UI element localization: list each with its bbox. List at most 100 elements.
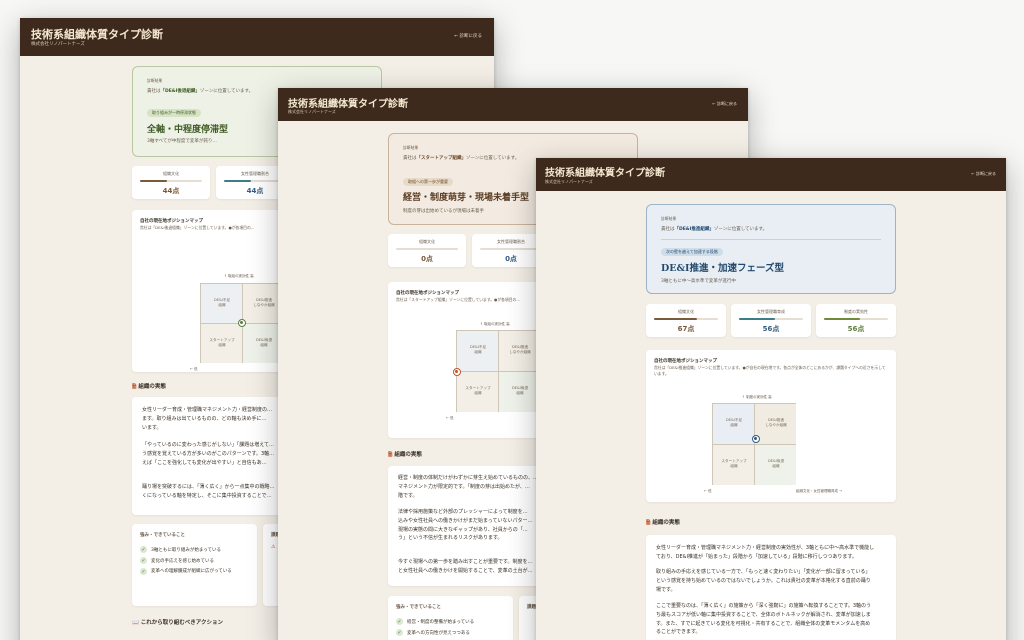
back-link[interactable]: ← 診断に戻る bbox=[712, 101, 737, 107]
check-icon: ✓ bbox=[140, 557, 147, 564]
strength-item: ✓ 変化の手応えを感じ始めている bbox=[140, 557, 214, 564]
strengths-title: 強み・できていること bbox=[396, 605, 441, 610]
quadrant-label: スタートアップ 組織 bbox=[721, 459, 747, 468]
map-axis-top: ↑ 制度の実効性 高 bbox=[742, 395, 772, 399]
hero-divider bbox=[661, 239, 881, 240]
back-link[interactable]: ← 診断に戻る bbox=[454, 33, 482, 39]
kpi-label: 女性管理職育成 bbox=[757, 309, 785, 314]
section-title: 🗎 組織の実態 bbox=[646, 520, 680, 526]
kpi-bar-fill bbox=[224, 180, 252, 182]
kpi-bar bbox=[224, 180, 286, 182]
type-desc: 3軸ともに中〜高水準で変革が進行中 bbox=[661, 279, 736, 284]
strengths-card: 強み・できていること ✓ 経営・制度の整備が始まっている ✓ 変革への方向性が見えつ… bbox=[388, 596, 513, 640]
map-axis-top: ↑ 取組の実効性 高 bbox=[224, 274, 254, 278]
reality-paragraph: 「やっているのに変わった感じがしない」「課題は増えて… う感覚を覚えている方が多… bbox=[142, 442, 275, 466]
zone-name: 「スタートアップ組織」 bbox=[416, 156, 467, 161]
result-label: 診断結果 bbox=[147, 78, 163, 83]
strengths-list: ✓ 3軸ともに取り組みが始まっている ✓ 変化の手応えを感じ始めている ✓ 変革への理… bbox=[140, 542, 252, 579]
company-name: 株式会社リノパートナーズ bbox=[31, 42, 85, 47]
check-icon: ✓ bbox=[140, 546, 147, 553]
map-axis-top: ↑ 取組の実効性 高 bbox=[480, 322, 510, 326]
quadrant-label: DE&I後退 組織 bbox=[767, 459, 785, 468]
warning-icon: ⚠ bbox=[271, 544, 276, 550]
position-map-grid: DE&I不足 組織 DE&I推進 しなやか組織 スタートアップ 組織 DE&I後… bbox=[453, 330, 540, 412]
type-desc: 3軸すべてが中程度で変革が鈍り… bbox=[147, 139, 217, 144]
map-axis-left: ← 低 bbox=[190, 367, 198, 371]
map-title: 自社の現在地ポジションマップ bbox=[140, 219, 203, 224]
map-description: 貴社は「DE&I推進組織」ゾーンに位置しています。●が自社の現在地です。各点が全… bbox=[654, 365, 886, 376]
quadrant-label: スタートアップ 組織 bbox=[465, 386, 491, 395]
strengths-title: 強み・できていること bbox=[140, 533, 185, 538]
result-hero: 診断結果 貴社は「DE&I推進組織」ゾーンに位置しています。 次の壁を越えて加速… bbox=[646, 204, 896, 294]
quadrant-label: DE&I後退 組織 bbox=[511, 386, 529, 395]
reality-paragraph: 取り組みの手応えを感じている一方で、「もっと速く変わりたい」「変化が一部に留まっ… bbox=[656, 569, 871, 593]
position-marker bbox=[238, 319, 246, 327]
map-axis-left: ← 低 bbox=[704, 489, 712, 493]
check-icon: ✓ bbox=[140, 568, 147, 575]
kpi-bar bbox=[396, 248, 458, 250]
kpi-bar-fill bbox=[739, 318, 775, 320]
type-tag: 次の壁を越えて加速する段階 bbox=[661, 248, 723, 256]
kpi-card-system: 制度の実効性 56点 bbox=[816, 304, 896, 337]
company-name: 株式会社リノパートナーズ bbox=[545, 179, 593, 184]
strength-item: ✓ 変革への方向性が見えつつある bbox=[396, 629, 470, 636]
section-title: 🗎 組織の実態 bbox=[388, 452, 422, 458]
zone-line: 貴社は「DE&I後退組織」ゾーンに位置しています。 bbox=[147, 89, 254, 94]
kpi-label: 組織文化 bbox=[163, 171, 179, 176]
kpi-value: 44点 bbox=[162, 187, 180, 195]
report-window-3: 技術系組織体質タイプ診断 株式会社リノパートナーズ ← 診断に戻る 診断結果 貴… bbox=[536, 158, 1006, 640]
strength-item: ✓ 3軸ともに取り組みが始まっている bbox=[140, 546, 221, 553]
kpi-value: 67点 bbox=[677, 325, 695, 333]
reality-paragraph: ここで重要なのは、「薄く広く」の施策から「深く強靭に」の施策へ転換することです。… bbox=[656, 603, 872, 636]
kpi-value: 56点 bbox=[847, 325, 865, 333]
quadrant-label: DE&I推進 しなやか組織 bbox=[765, 418, 787, 427]
type-tag: 取り組みが一時停滞状態 bbox=[147, 109, 201, 117]
kpi-bar bbox=[140, 180, 202, 182]
map-axis-right: 組織文化・女性管理職育成 → bbox=[796, 489, 843, 493]
back-link[interactable]: ← 診断に戻る bbox=[971, 171, 996, 177]
reality-paragraph: 今すぐ現場への第一歩を踏み出すことが重要です。制度を… と女性社員への働きかけを… bbox=[398, 559, 533, 574]
app-header: 技術系組織体質タイプ診断 株式会社リノパートナーズ ← 診断に戻る bbox=[20, 18, 494, 56]
map-title: 自社の現在地ポジションマップ bbox=[396, 291, 459, 296]
type-name: 経営・制度萌芽・現場未着手型 bbox=[403, 193, 530, 203]
reality-card: 女性リーダー育成・管理職マネジメント力・経営制度の実効性が、3軸ともに中〜高水準… bbox=[646, 535, 896, 640]
kpi-bar bbox=[824, 318, 888, 320]
section-title: 🗎 組織の実態 bbox=[132, 384, 166, 390]
zone-name: 「DE&I推進組織」 bbox=[674, 227, 714, 232]
map-title: 自社の現在地ポジションマップ bbox=[654, 359, 717, 364]
zone-name: 「DE&I後退組織」 bbox=[160, 89, 200, 94]
desktop: 技術系組織体質タイプ診断 株式会社リノパートナーズ ← 診断に戻る 診断結果 貴… bbox=[0, 0, 1024, 640]
quadrant-label: DE&I不足 組織 bbox=[469, 345, 487, 354]
type-name: DE&I推進・加速フェーズ型 bbox=[661, 263, 785, 274]
check-icon: ✓ bbox=[396, 618, 403, 625]
map-axis-left: ← 低 bbox=[446, 416, 454, 420]
position-map-grid: DE&I不足 組織 DE&I推進 しなやか組織 スタートアップ 組織 DE&I後… bbox=[712, 403, 796, 485]
app-header: 技術系組織体質タイプ診断 株式会社リノパートナーズ ← 診断に戻る bbox=[536, 158, 1006, 191]
strength-item: ✓ 変革への理解醸成が組織に広がっている bbox=[140, 568, 232, 575]
zone-line: 貴社は「スタートアップ組織」ゾーンに位置しています。 bbox=[403, 156, 520, 161]
type-tag: 取組への第一歩が重要 bbox=[403, 178, 453, 186]
zone-line: 貴社は「DE&I推進組織」ゾーンに位置しています。 bbox=[661, 227, 768, 232]
type-name: 全軸・中程度停滞型 bbox=[147, 125, 229, 135]
kpi-bar-fill bbox=[140, 180, 168, 182]
app-title: 技術系組織体質タイプ診断 bbox=[31, 28, 163, 41]
kpi-value: 0点 bbox=[421, 255, 433, 263]
reality-paragraph: 経営・制度の体制だけがわずかに芽生え始めているものの、… マネジメント力が限定的… bbox=[398, 475, 539, 499]
kpi-bar-fill bbox=[654, 318, 697, 320]
kpi-bar bbox=[654, 318, 718, 320]
result-label: 診断結果 bbox=[661, 216, 677, 221]
kpi-card-women: 女性管理職育成 56点 bbox=[731, 304, 811, 337]
reality-paragraph: 法律や採用施策など外部のプレッシャーによって制度を… 込みや女性社員への働きかけ… bbox=[398, 509, 533, 542]
strengths-card: 強み・できていること ✓ 3軸ともに取り組みが始まっている ✓ 変化の手応えを感じ始… bbox=[132, 524, 257, 606]
app-title: 技術系組織体質タイプ診断 bbox=[545, 168, 665, 179]
quadrant-label: DE&I推進 しなやか組織 bbox=[509, 345, 531, 354]
quadrant-label: スタートアップ 組織 bbox=[209, 338, 235, 347]
position-marker bbox=[453, 368, 461, 376]
issues-title: 課題 bbox=[527, 605, 536, 610]
company-name: 株式会社リノパートナーズ bbox=[288, 109, 336, 114]
quadrant-label: DE&I不足 組織 bbox=[213, 298, 231, 307]
position-map-card: 自社の現在地ポジションマップ 貴社は「DE&I推進組織」ゾーンに位置しています。… bbox=[646, 350, 896, 502]
type-desc: 制度の芽は出始めているが現場は未着手 bbox=[403, 209, 484, 214]
kpi-label: 組織文化 bbox=[419, 239, 435, 244]
app-header: 技術系組織体質タイプ診断 株式会社リノパートナーズ ← 診断に戻る bbox=[278, 88, 748, 121]
